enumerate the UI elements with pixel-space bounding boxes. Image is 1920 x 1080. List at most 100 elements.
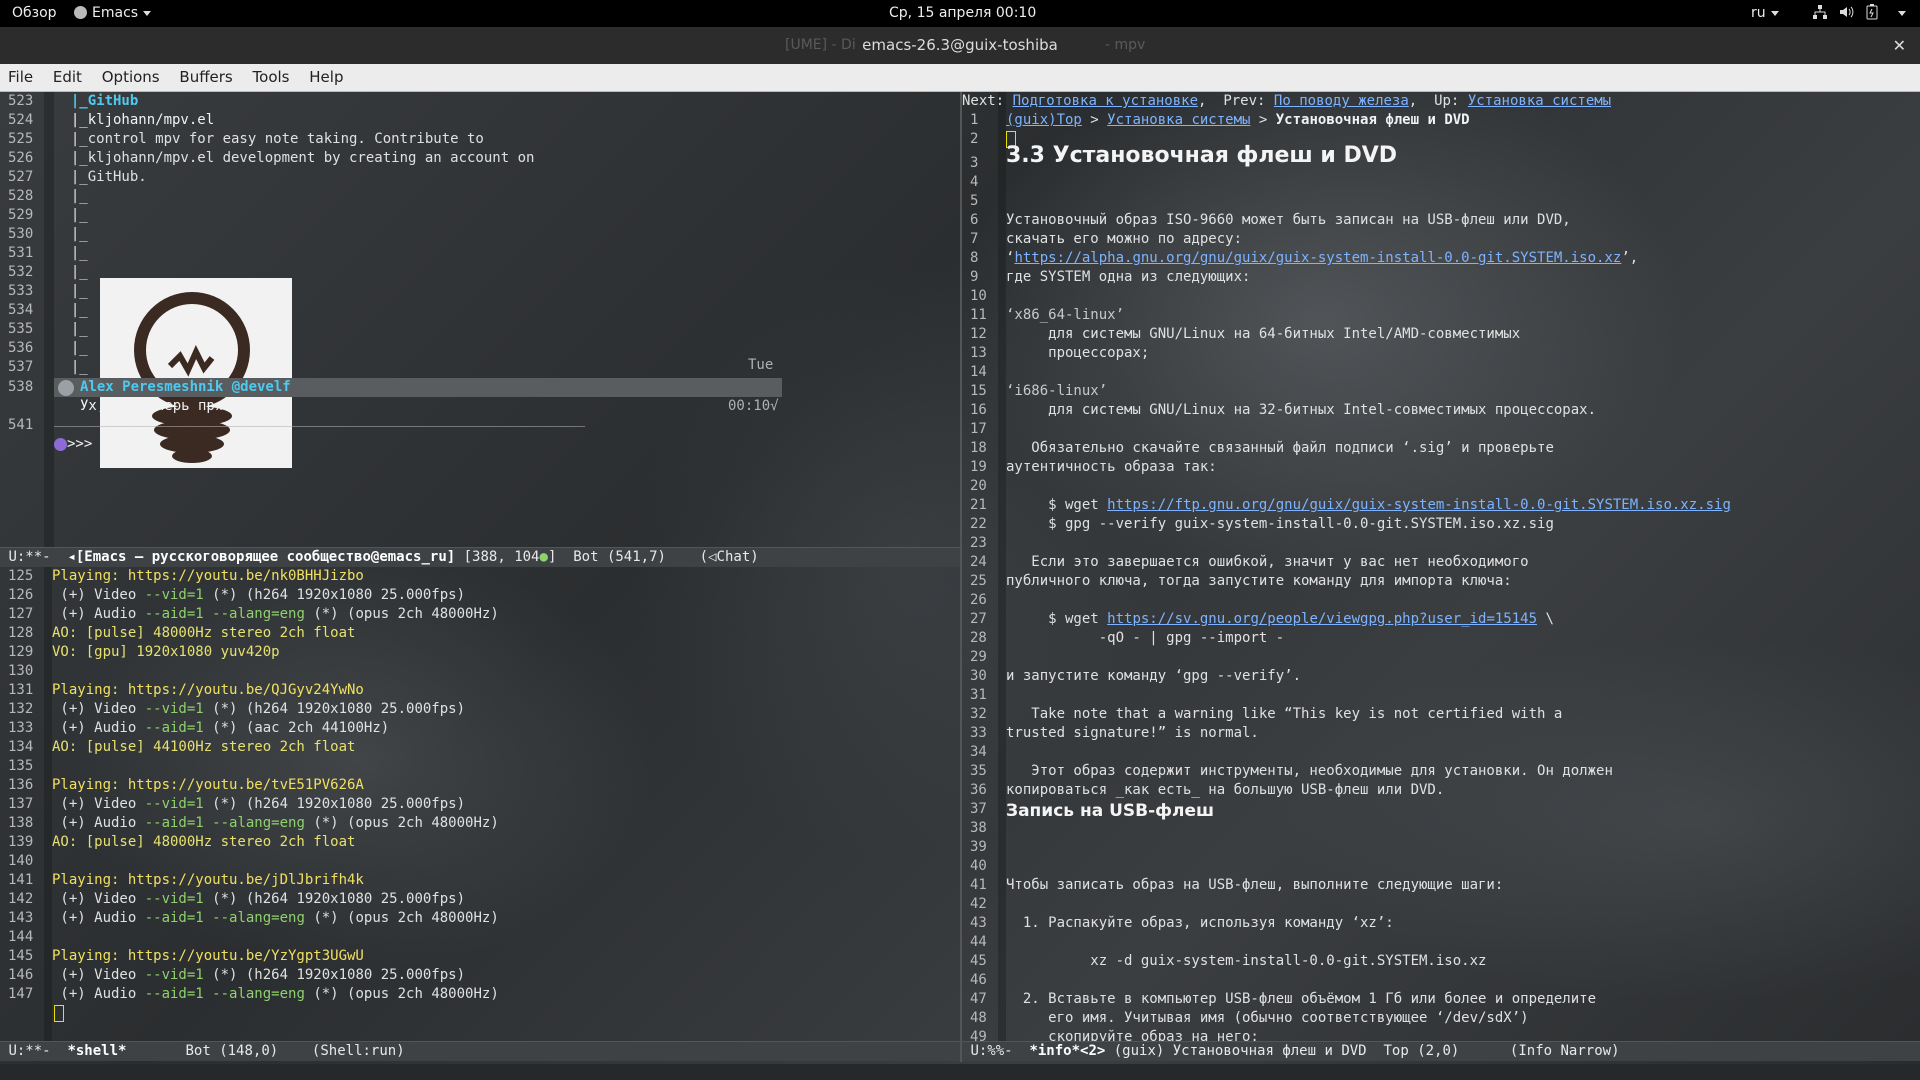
chat-line: |_GitHub.: [54, 169, 147, 185]
system-menu-chevron-icon[interactable]: [1893, 5, 1906, 21]
modeline-mode[interactable]: (◁Chat): [700, 549, 759, 565]
modeline-unread-2: , 104: [497, 549, 540, 565]
close-icon[interactable]: ✕: [1893, 27, 1906, 64]
network-icon[interactable]: [1812, 4, 1828, 24]
chat-input-prompt[interactable]: >>>: [54, 435, 92, 454]
breadcrumb-separator: >: [1250, 112, 1276, 128]
audio-prefix: (+) Audio: [52, 986, 145, 1002]
app-menu-label: Emacs: [92, 5, 139, 21]
volume-icon[interactable]: [1838, 4, 1854, 24]
info-prev-label: Prev:: [1223, 93, 1266, 109]
breadcrumb-parent-link[interactable]: Установка системы: [1107, 112, 1250, 128]
audio-mid: (*) (: [304, 910, 356, 926]
line-number: 4: [970, 174, 979, 190]
shell-line: (+) Video --vid=1 (*) (h264 1920x1080 25…: [52, 966, 465, 985]
shell-line: (+) Audio --aid=1 --alang=eng (*) (opus …: [52, 986, 499, 1002]
info-text-line: Take note that a warning like “This key …: [1006, 706, 1563, 722]
iso-download-link[interactable]: https://alpha.gnu.org/gnu/guix/guix-syst…: [1014, 250, 1621, 266]
line-number: 144: [8, 929, 34, 945]
keyboard-layout-label: ru: [1751, 5, 1766, 21]
menu-file[interactable]: File: [8, 64, 33, 86]
line-number: 127: [8, 606, 34, 622]
modeline-mode[interactable]: (Shell:run): [312, 1043, 405, 1059]
audio-prefix: (+) Audio: [52, 606, 145, 622]
chat-line: |_: [54, 321, 88, 337]
breadcrumb: (guix)Top > Установка системы > Установо…: [1006, 111, 1470, 130]
audio-mid: (*) (: [304, 606, 356, 622]
info-prev-link[interactable]: По поводу железа: [1274, 93, 1409, 109]
shell-line: Playing: https://youtu.be/nk0BHHJizbo: [52, 568, 364, 584]
keyboard-layout[interactable]: ru: [1751, 5, 1779, 21]
chevron-down-icon: [1770, 10, 1779, 16]
info-text-line: процессорах;: [1006, 345, 1150, 361]
activities-button[interactable]: Обзор: [12, 5, 57, 21]
info-text-line: скопируйте образ на него:: [1006, 1029, 1259, 1041]
menu-tools[interactable]: Tools: [253, 64, 290, 86]
info-text-line: ‘x86_64-linux’: [1006, 307, 1125, 323]
modeline-status: U:**-: [8, 1043, 51, 1059]
line-number: 31: [970, 687, 987, 703]
info-text-line: 1. Распакуйте образ, используя команду ‘…: [1006, 915, 1394, 931]
menu-buffers[interactable]: Buffers: [179, 64, 232, 86]
modeline-position: Bot (541,7): [573, 549, 666, 565]
chat-line: |_kljohann/mpv.el development by creatin…: [54, 150, 535, 166]
clock[interactable]: Ср, 15 апреля 00:10: [889, 5, 1036, 21]
chevron-down-icon: [143, 10, 152, 16]
modeline-mode[interactable]: (Info Narrow): [1510, 1043, 1620, 1059]
info-next-link[interactable]: Подготовка к установке: [1013, 93, 1198, 109]
vid-flag: --vid=1: [144, 796, 204, 812]
alang-flag: --alang=eng: [203, 815, 305, 831]
app-menu[interactable]: Emacs: [74, 5, 152, 21]
gpg-key-link-line: $ wget https://sv.gnu.org/people/viewgpg…: [1006, 610, 1554, 629]
line-number: 536: [8, 340, 34, 356]
chat-window[interactable]: 523 |_GitHub 524 |_kljohann/mpv.el 525 |_c…: [0, 92, 960, 547]
chat-modeline[interactable]: U:**- ◂[Emacs — русскоговорящее сообщест…: [0, 547, 960, 567]
shell-line: VO: [gpu] 1920x1080 yuv420p: [52, 644, 280, 660]
video-suffix: (*) (h264 1920x1080 25.000fps): [203, 796, 466, 812]
audio-mid: (*) (: [304, 815, 356, 831]
info-text-line: скачать его можно по адресу:: [1006, 231, 1243, 247]
menu-help[interactable]: Help: [309, 64, 343, 86]
info-text-line: аутентичность образа так:: [1006, 459, 1217, 475]
shell-line: (+) Audio --aid=1 --alang=eng (*) (opus …: [52, 606, 499, 622]
line-number: 5: [970, 193, 979, 209]
line-number: 525: [8, 131, 34, 147]
modeline-position: Bot (148,0): [185, 1043, 279, 1059]
video-suffix: (*) (h264 1920x1080 25.000fps): [203, 587, 466, 603]
chat-message-time: 00:10√: [728, 398, 779, 414]
battery-icon[interactable]: [1866, 4, 1878, 24]
chat-day-label: Tue: [748, 357, 774, 373]
menu-options[interactable]: Options: [102, 64, 160, 86]
menu-edit[interactable]: Edit: [53, 64, 82, 86]
shell-modeline[interactable]: U:**- *shell* Bot (148,0) (Shell:run): [0, 1041, 960, 1061]
info-modeline[interactable]: U:%%- *info*<2> (guix) Установочная флеш…: [962, 1041, 1920, 1061]
line-number: 137: [8, 796, 34, 812]
alang-flag: --alang=eng: [203, 986, 305, 1002]
info-up-link[interactable]: Установка системы: [1468, 93, 1611, 109]
vid-flag: --vid=1: [144, 587, 204, 603]
sig-download-link[interactable]: https://ftp.gnu.org/gnu/guix/guix-system…: [1107, 497, 1731, 513]
video-prefix: (+) Video: [52, 891, 145, 907]
info-text-line: -qO - | gpg --import -: [1006, 630, 1285, 646]
audio-codec: aac 2ch 44100Hz: [254, 720, 381, 736]
modeline-buffer-name[interactable]: *info*<2>: [1029, 1043, 1105, 1059]
shell-cursor[interactable]: [54, 1004, 64, 1023]
info-text-line: публичного ключа, тогда запустите команд…: [1006, 573, 1512, 589]
shell-line: AO: [pulse] 44100Hz stereo 2ch float: [52, 739, 356, 755]
line-number: 138: [8, 815, 34, 831]
shell-window[interactable]: 125 Playing: https://youtu.be/nk0BHHJizbo…: [0, 567, 960, 1041]
info-text-line: Этот образ содержит инструменты, необход…: [1006, 763, 1613, 779]
modeline-buffer-name[interactable]: ◂[Emacs — русскоговорящее сообщество@ema…: [67, 549, 455, 565]
info-window[interactable]: Next: Подготовка к установке, Prev: По п…: [962, 92, 1920, 1041]
modeline-buffer-name[interactable]: *shell*: [67, 1043, 126, 1059]
line-number: 526: [8, 150, 34, 166]
gpg-key-link[interactable]: https://sv.gnu.org/people/viewgpg.php?us…: [1107, 611, 1537, 627]
video-prefix: (+) Video: [52, 796, 145, 812]
audio-prefix: (+) Audio: [52, 815, 145, 831]
chat-author[interactable]: Alex Peresmeshnik @develf: [80, 378, 291, 397]
line-number: 10: [970, 288, 987, 304]
shell-line: AO: [pulse] 48000Hz stereo 2ch float: [52, 625, 356, 641]
breadcrumb-top-link[interactable]: (guix)Top: [1006, 112, 1082, 128]
line-number: 26: [970, 592, 987, 608]
info-text-line: trusted signature!” is normal.: [1006, 725, 1259, 741]
